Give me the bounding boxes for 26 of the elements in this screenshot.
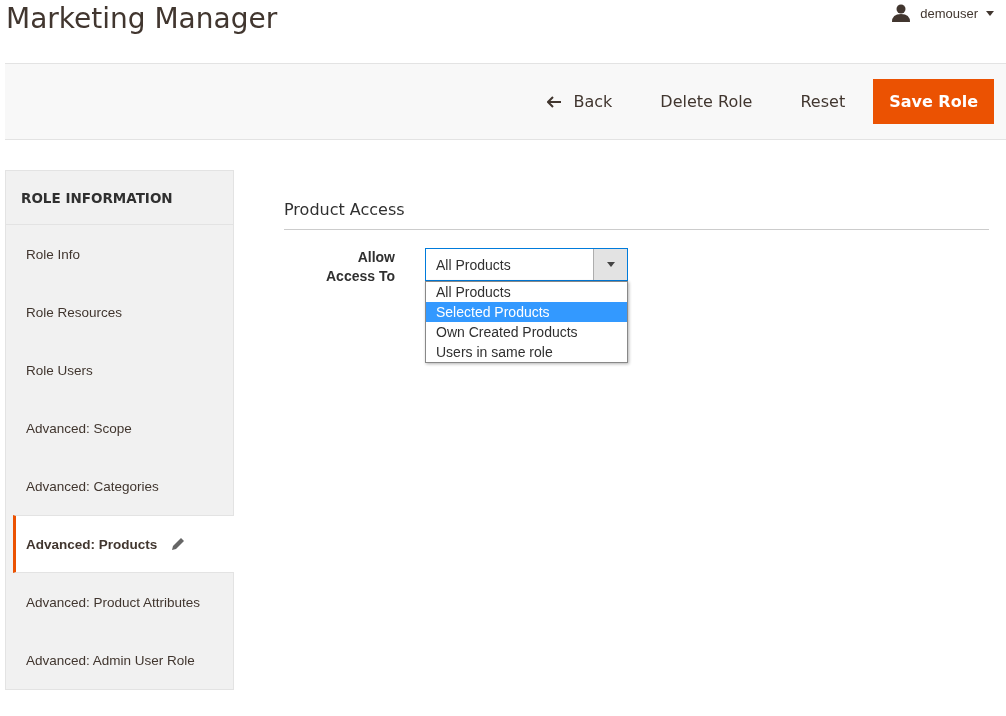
save-button[interactable]: Save Role bbox=[873, 79, 994, 124]
sidebar-tab[interactable]: Advanced: Admin User Role bbox=[6, 631, 233, 689]
sidebar-tab[interactable]: Advanced: Products bbox=[13, 515, 234, 573]
section-title: Product Access bbox=[284, 200, 989, 230]
field-label: Allow Access To bbox=[325, 248, 395, 286]
sidebar-tab[interactable]: Role Info bbox=[6, 225, 233, 283]
caret-icon bbox=[606, 262, 615, 267]
sidebar-tab[interactable]: Advanced: Product Attributes bbox=[6, 573, 233, 631]
user-menu[interactable]: demouser bbox=[892, 0, 1006, 22]
caret-icon bbox=[986, 10, 994, 16]
arrow-left-icon bbox=[547, 95, 562, 108]
sidebar-title: ROLE INFORMATION bbox=[6, 171, 233, 225]
sidebar-tab[interactable]: Role Users bbox=[6, 341, 233, 399]
sidebar-tab[interactable]: Role Resources bbox=[6, 283, 233, 341]
dropdown-option[interactable]: All Products bbox=[426, 282, 627, 302]
action-button[interactable]: Reset bbox=[780, 80, 866, 123]
sidebar-tab[interactable]: Advanced: Scope bbox=[6, 399, 233, 457]
action-button[interactable]: Delete Role bbox=[640, 80, 773, 123]
page-title: Marketing Manager bbox=[5, 1, 278, 35]
dropdown-option[interactable]: Own Created Products bbox=[426, 322, 627, 342]
dropdown-option[interactable]: Users in same role bbox=[426, 342, 627, 362]
access-select[interactable]: All Products bbox=[425, 248, 628, 281]
sidebar-tab[interactable]: Advanced: Categories bbox=[6, 457, 233, 515]
pencil-icon bbox=[171, 537, 186, 551]
user-icon bbox=[892, 4, 911, 22]
back-button[interactable]: Back bbox=[527, 80, 633, 123]
